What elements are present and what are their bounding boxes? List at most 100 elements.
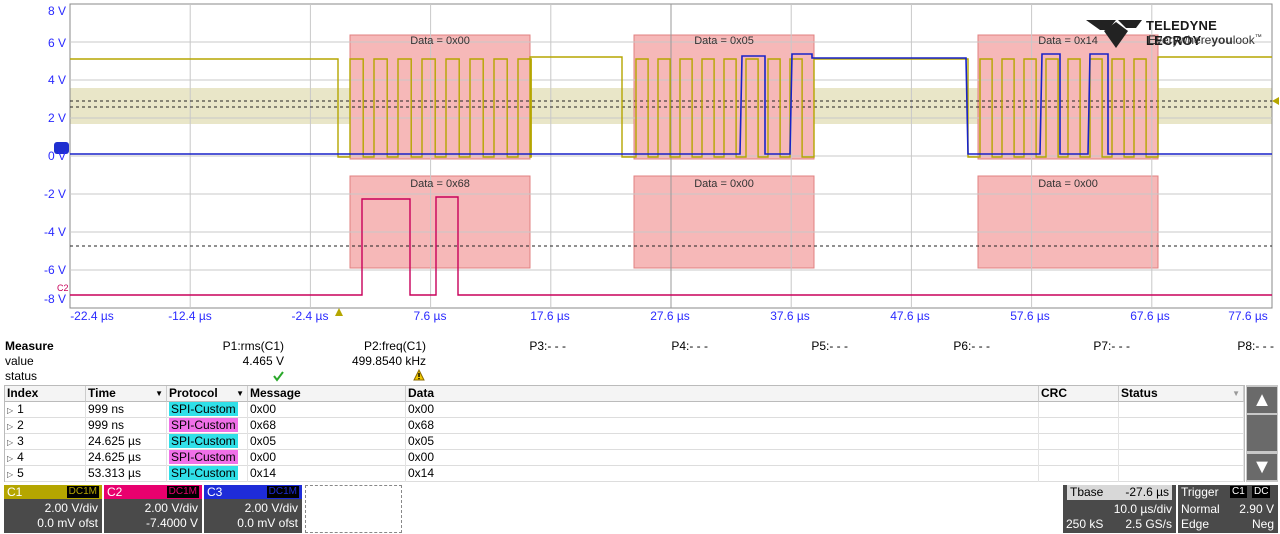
row-protocol: SPI-Custom [167, 450, 248, 466]
x-axis-label: -12.4 µs [168, 309, 212, 323]
row-time: 999 ns [86, 418, 167, 434]
x-axis-label: -22.4 µs [70, 309, 114, 323]
row-index: ▷ 3 [5, 434, 86, 450]
row-message: 0x05 [248, 434, 406, 450]
expand-icon[interactable]: ▷ [7, 470, 13, 479]
row-index: ▷ 2 [5, 418, 86, 434]
col-header-message[interactable]: Message [248, 386, 406, 402]
timebase-samples: 250 kS [1066, 517, 1104, 531]
decoder-table[interactable]: Index Time ▼ Protocol ▼ Message Data CRC S… [4, 385, 1245, 482]
row-protocol: SPI-Custom [167, 466, 248, 482]
y-axis-label: 6 V [47, 36, 66, 50]
table-row[interactable]: ▷ 2 999 ns SPI-Custom 0x68 0x68 [5, 418, 1244, 434]
channel-descriptor-c1[interactable]: C1 DC1M 2.00 V/div 0.0 mV ofst [4, 485, 102, 533]
col-header-crc[interactable]: CRC [1039, 386, 1119, 402]
row-crc [1039, 402, 1119, 418]
teledyne-lecroy-logo: TELEDYNE LECROY Everywhereyoulook™ [1086, 18, 1272, 48]
sort-icon: ▼ [155, 389, 163, 398]
empty-channel-slot[interactable] [305, 485, 402, 533]
trigger-level: 2.90 V [1239, 502, 1274, 516]
param-label[interactable]: P6:- - - [892, 339, 990, 353]
table-scrollbar[interactable]: ▲ ▼ [1246, 385, 1278, 482]
channel-header: C3 DC1M [204, 485, 302, 499]
channel-header: C2 DC1M [104, 485, 202, 499]
waveform-display[interactable]: 8 V 6 V 4 V 2 V 0 V -2 V -4 V -6 V -8 V … [0, 0, 1280, 335]
param-label[interactable]: P5:- - - [750, 339, 848, 353]
scroll-thumb[interactable] [1247, 415, 1277, 451]
param-label[interactable]: P2:freq(C1) [320, 339, 426, 353]
x-axis-label: 17.6 µs [530, 309, 570, 323]
trigger-type: Edge [1181, 517, 1210, 531]
param-label[interactable]: P4:- - - [610, 339, 708, 353]
col-header-index[interactable]: Index [5, 386, 86, 402]
timebase-rate: 2.5 GS/s [1125, 517, 1172, 531]
y-axis-label: 2 V [47, 111, 66, 125]
y-axis-label: 0 V [47, 149, 66, 163]
param-label[interactable]: P1:rms(C1) [180, 339, 284, 353]
row-crc [1039, 434, 1119, 450]
table-row[interactable]: ▷ 4 24.625 µs SPI-Custom 0x00 0x00 [5, 450, 1244, 466]
trigger-panel[interactable]: Trigger C1 DC Normal 2.90 V Edge Neg [1178, 485, 1278, 533]
col-header-time[interactable]: Time ▼ [86, 386, 167, 402]
measure-row-label: status [5, 369, 38, 383]
x-axis-label: -2.4 µs [291, 309, 329, 323]
c2-marker: C2 [57, 283, 69, 293]
row-protocol: SPI-Custom [167, 402, 248, 418]
table-row[interactable]: ▷ 1 999 ns SPI-Custom 0x00 0x00 [5, 402, 1244, 418]
x-axis-label: 47.6 µs [890, 309, 930, 323]
channel-coupling: DC1M [66, 486, 99, 498]
row-status [1119, 418, 1244, 434]
row-data: 0x00 [406, 402, 1039, 418]
row-data: 0x14 [406, 466, 1039, 482]
y-axis-label: 8 V [47, 4, 66, 18]
check-icon [273, 371, 284, 382]
channel-descriptor-c3[interactable]: C3 DC1M 2.00 V/div 0.0 mV ofst [204, 485, 302, 533]
decode-label: Data = 0x00 [410, 35, 470, 47]
channel-name: C1 [7, 485, 23, 499]
col-header-protocol[interactable]: Protocol ▼ [167, 386, 248, 402]
timebase-tdiv: 10.0 µs/div [1113, 502, 1172, 516]
trigger-source: C1 [1230, 486, 1247, 498]
decode-label: Data = 0x00 [1038, 178, 1098, 190]
table-row[interactable]: ▷ 3 24.625 µs SPI-Custom 0x05 0x05 [5, 434, 1244, 450]
row-message: 0x14 [248, 466, 406, 482]
param-label[interactable]: P3:- - - [470, 339, 566, 353]
trigger-mode: Normal [1181, 502, 1220, 516]
col-header-status[interactable]: Status ▼ [1119, 386, 1244, 402]
x-axis-label: 7.6 µs [413, 309, 447, 323]
expand-icon[interactable]: ▷ [7, 438, 13, 447]
channel-vdiv: 2.00 V/div [44, 501, 98, 515]
expand-icon[interactable]: ▷ [7, 422, 13, 431]
timebase-panel[interactable]: Tbase -27.6 µs 10.0 µs/div 250 kS 2.5 GS/… [1063, 485, 1176, 533]
x-axis-label: 77.6 µs [1228, 309, 1268, 323]
channel-offset: 0.0 mV ofst [237, 516, 298, 530]
x-axis-label: 57.6 µs [1010, 309, 1050, 323]
row-status [1119, 434, 1244, 450]
sort-icon: ▼ [236, 389, 244, 398]
scroll-up-button[interactable]: ▲ [1247, 387, 1277, 413]
table-row[interactable]: ▷ 5 53.313 µs SPI-Custom 0x14 0x14 [5, 466, 1244, 482]
param-label[interactable]: P8:- - - [1176, 339, 1274, 353]
measure-title: Measure [5, 339, 54, 353]
y-axis-label: -8 V [43, 292, 66, 306]
channel-vdiv: 2.00 V/div [244, 501, 298, 515]
trigger-label: Trigger [1181, 485, 1219, 499]
row-message: 0x68 [248, 418, 406, 434]
param-label[interactable]: P7:- - - [1032, 339, 1130, 353]
channel-descriptor-c2[interactable]: C2 DC1M 2.00 V/div -7.4000 V [104, 485, 202, 533]
row-data: 0x68 [406, 418, 1039, 434]
logo-tagline: Everywhereyoulook™ [1148, 33, 1262, 47]
y-axis-label: 4 V [47, 73, 66, 87]
scroll-down-button[interactable]: ▼ [1247, 454, 1277, 480]
param-value: 4.465 V [242, 354, 284, 368]
row-time: 24.625 µs [86, 434, 167, 450]
expand-icon[interactable]: ▷ [7, 454, 13, 463]
row-index: ▷ 5 [5, 466, 86, 482]
sort-icon: ▼ [1232, 389, 1240, 398]
trigger-coupling: DC [1252, 486, 1271, 498]
decode-label: Data = 0x68 [410, 178, 470, 190]
y-axis-label: -4 V [43, 225, 66, 239]
expand-icon[interactable]: ▷ [7, 406, 13, 415]
row-status [1119, 466, 1244, 482]
col-header-data[interactable]: Data [406, 386, 1039, 402]
